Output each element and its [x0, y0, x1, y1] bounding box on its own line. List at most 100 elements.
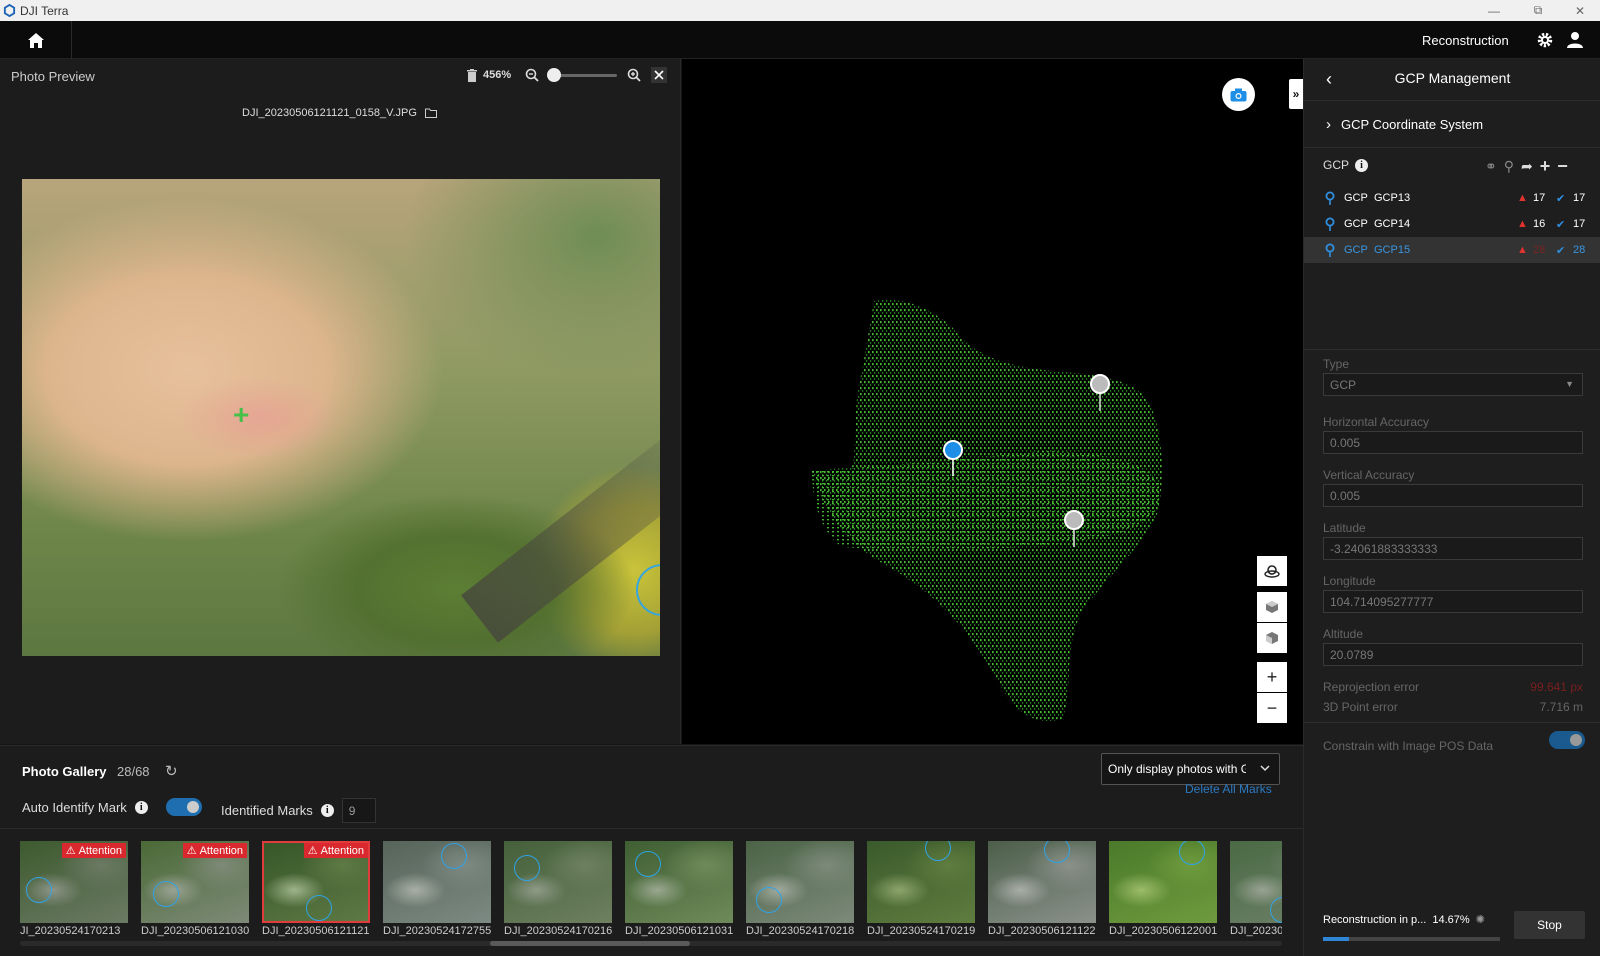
gear-icon[interactable]	[1536, 31, 1554, 49]
zoom-level: 456%	[483, 69, 512, 81]
stop-button[interactable]: Stop	[1514, 911, 1585, 939]
longitude-field[interactable]: 104.714095277777	[1323, 590, 1583, 613]
constrain-label: Constrain with Image POS Data	[1323, 739, 1494, 753]
thumbnail-image[interactable]: ⚠ Attention	[141, 841, 249, 923]
thumbnail-image[interactable]	[625, 841, 733, 923]
photo-thumbnail[interactable]: ⚠ Attention DJI_20230506121030	[141, 841, 249, 941]
zoom-in-icon[interactable]	[627, 68, 641, 82]
mark-crosshair-icon[interactable]: +	[233, 401, 249, 429]
gallery-scroll-thumb[interactable]	[490, 941, 690, 946]
photo-thumbnail[interactable]: DJI_20230506121122	[988, 841, 1096, 941]
horizontal-accuracy-field[interactable]: 0.005	[1323, 431, 1583, 454]
photo-thumbnail[interactable]: DJI_20230524170216	[504, 841, 612, 941]
thumbnail-image[interactable]	[1109, 841, 1217, 923]
photo-canvas[interactable]: +	[22, 179, 660, 656]
thumbnail-caption: DJI_2023050	[1230, 925, 1282, 937]
point-cloud-viewer[interactable]: » + −	[682, 59, 1303, 744]
info-icon[interactable]: i	[320, 804, 334, 817]
thumbnail-image[interactable]	[383, 841, 491, 923]
top-bar: Reconstruction	[0, 21, 1600, 59]
photo-preview-panel: Photo Preview 456% DJI_20230506121121_01…	[0, 59, 681, 744]
restore-button[interactable]: ⧉	[1516, 0, 1560, 21]
zoom-out-icon[interactable]	[525, 68, 539, 82]
user-icon[interactable]	[1566, 31, 1584, 49]
close-preview-icon[interactable]	[651, 67, 668, 83]
thumbnail-image[interactable]: ⚠ Attention	[262, 841, 370, 923]
gcp-type: GCP	[1344, 244, 1368, 256]
remove-gcp-icon[interactable]: −	[1557, 156, 1568, 177]
pin-icon	[1325, 217, 1335, 231]
warning-icon: ▲	[1517, 218, 1528, 230]
zoom-slider[interactable]	[547, 67, 618, 82]
gallery-divider	[0, 828, 1303, 829]
double-chevron-icon: »	[1292, 87, 1300, 101]
zoom-out-button[interactable]: −	[1257, 693, 1287, 723]
point-cloud	[812, 299, 1162, 721]
folder-icon[interactable]	[424, 108, 437, 118]
type-select[interactable]: GCP ▼	[1323, 373, 1583, 396]
reprojection-error-label: Reprojection error	[1323, 680, 1420, 694]
panel-collapse-button[interactable]: »	[1289, 79, 1303, 109]
zoom-in-button[interactable]: +	[1257, 662, 1287, 692]
auto-identify-label: Auto Identify Mark	[22, 799, 127, 815]
locate-icon[interactable]: ⚭	[1485, 158, 1497, 175]
gcp-list-item[interactable]: GCP GCP14 ▲ 16 ✔ 17	[1304, 211, 1600, 237]
top-view-button[interactable]	[1257, 592, 1287, 622]
side-view-button[interactable]	[1257, 623, 1287, 653]
home-button[interactable]	[0, 21, 72, 59]
attention-badge: ⚠ Attention	[182, 843, 247, 858]
photo-thumbnail[interactable]: DJI_2023050	[1230, 841, 1282, 941]
zoom-slider-knob[interactable]	[547, 67, 562, 82]
progress-bar	[1323, 937, 1500, 941]
thumbnail-image[interactable]	[504, 841, 612, 923]
thumbnail-image[interactable]	[867, 841, 975, 923]
latitude-field[interactable]: -3.24061883333333	[1323, 537, 1583, 560]
delete-all-marks-link[interactable]: Delete All Marks	[1185, 782, 1272, 796]
plus-icon: +	[1266, 666, 1278, 687]
gcp-warning-count: 17	[1533, 192, 1546, 204]
auto-identify-toggle[interactable]	[165, 798, 202, 816]
thumbnail-image[interactable]	[746, 841, 854, 923]
constrain-toggle[interactable]	[1549, 731, 1585, 749]
photo-gallery: Photo Gallery 28/68 ↻ Only display photo…	[0, 745, 1303, 956]
trash-icon[interactable]	[467, 68, 477, 82]
auto-identify-row: Auto Identify Mark i	[22, 798, 202, 816]
close-window-button[interactable]: ✕	[1558, 0, 1600, 21]
export-icon[interactable]: ➦	[1521, 158, 1533, 175]
divider	[1304, 722, 1600, 723]
info-icon[interactable]: i	[134, 800, 148, 814]
screenshot-button[interactable]	[1222, 78, 1255, 111]
thumbnail-image[interactable]	[988, 841, 1096, 923]
photo-filter-select[interactable]: Only display photos with GCP	[1101, 753, 1280, 785]
photo-thumbnail[interactable]: DJI_20230506122001	[1109, 841, 1217, 941]
gallery-scrollbar[interactable]	[20, 941, 1282, 946]
thumbnail-caption: DJI_20230524170216	[504, 925, 613, 937]
thumbnail-caption: DJI_20230506121121	[262, 925, 370, 937]
thumbnail-image[interactable]: ⚠ Attention	[20, 841, 128, 923]
reconstruction-progress: Reconstruction in p... 14.67% ✺	[1323, 913, 1485, 927]
gcp-list-item[interactable]: GCP GCP13 ▲ 17 ✔ 17	[1304, 185, 1600, 211]
window-titlebar: DJI Terra — ⧉ ✕	[0, 0, 1600, 21]
vertical-accuracy-field[interactable]: 0.005	[1323, 484, 1583, 507]
refresh-icon[interactable]: ↻	[165, 762, 178, 780]
thumbnail-image[interactable]	[1230, 841, 1282, 923]
pick-point-icon[interactable]: ⚲	[1504, 158, 1514, 175]
mode-label[interactable]: Reconstruction	[1422, 33, 1509, 48]
photo-thumbnail[interactable]: ⚠ Attention DJI_20230506121121	[262, 841, 370, 941]
check-icon: ✔	[1556, 244, 1566, 257]
add-gcp-icon[interactable]: +	[1540, 156, 1551, 177]
photo-thumbnail[interactable]: ⚠ Attention JI_20230524170213	[20, 841, 128, 941]
attention-label: Attention	[199, 844, 243, 857]
photo-thumbnail[interactable]: DJI_20230524170219	[867, 841, 975, 941]
altitude-field[interactable]: 20.0789	[1323, 643, 1583, 666]
coordinate-system-row[interactable]: › GCP Coordinate System	[1326, 116, 1483, 133]
orbit-view-button[interactable]	[1257, 556, 1287, 586]
minimize-button[interactable]: —	[1472, 0, 1516, 21]
photo-thumbnail[interactable]: DJI_20230524172755	[383, 841, 491, 941]
photo-thumbnail[interactable]: DJI_20230506121031	[625, 841, 733, 941]
vertical-accuracy-label: Vertical Accuracy	[1323, 468, 1415, 482]
photo-filename: DJI_20230506121121_0158_V.JPG	[242, 107, 417, 119]
photo-thumbnail[interactable]: DJI_20230524170218	[746, 841, 854, 941]
gcp-list-item[interactable]: GCP GCP15 ▲ 28 ✔ 28	[1304, 237, 1600, 263]
info-icon[interactable]: i	[1355, 158, 1369, 172]
